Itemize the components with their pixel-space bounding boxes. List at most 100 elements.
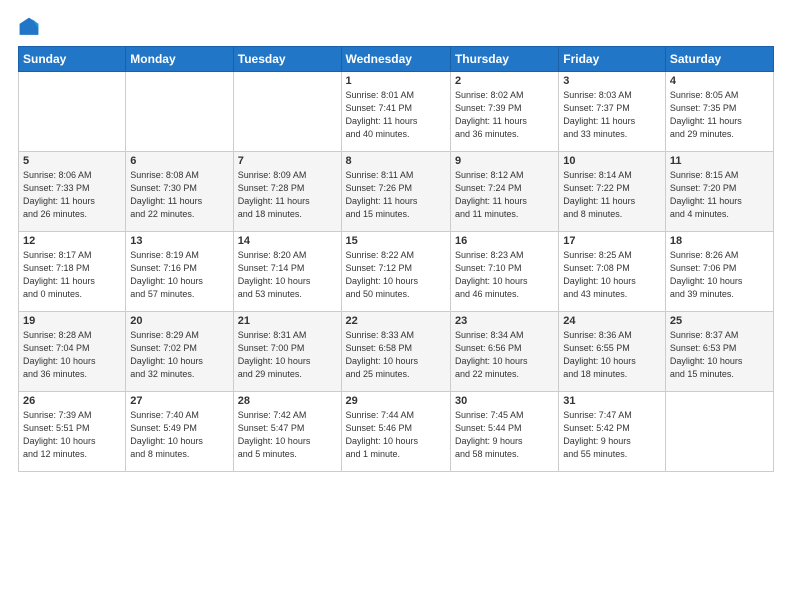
day-number: 10 (563, 155, 661, 167)
day-cell: 25 Sunrise: 8:37 AM Sunset: 6:53 PM Dayli… (665, 312, 773, 392)
day-number: 4 (670, 75, 769, 87)
day-info: Sunrise: 8:20 AM Sunset: 7:14 PM Dayligh… (238, 249, 337, 301)
day-info: Sunrise: 7:39 AM Sunset: 5:51 PM Dayligh… (23, 409, 121, 461)
day-cell: 27 Sunrise: 7:40 AM Sunset: 5:49 PM Dayli… (126, 392, 233, 472)
day-info: Sunrise: 7:44 AM Sunset: 5:46 PM Dayligh… (346, 409, 446, 461)
day-number: 23 (455, 315, 554, 327)
day-info: Sunrise: 8:08 AM Sunset: 7:30 PM Dayligh… (130, 169, 228, 221)
day-number: 30 (455, 395, 554, 407)
day-cell: 14 Sunrise: 8:20 AM Sunset: 7:14 PM Dayli… (233, 232, 341, 312)
day-cell (19, 72, 126, 152)
day-info: Sunrise: 8:12 AM Sunset: 7:24 PM Dayligh… (455, 169, 554, 221)
day-number: 29 (346, 395, 446, 407)
week-row-4: 26 Sunrise: 7:39 AM Sunset: 5:51 PM Dayli… (19, 392, 774, 472)
header (18, 16, 774, 38)
day-number: 6 (130, 155, 228, 167)
calendar-header-row: SundayMondayTuesdayWednesdayThursdayFrid… (19, 47, 774, 72)
day-cell: 19Sunrise: 8:28 AM Sunset: 7:04 PM Dayli… (19, 312, 126, 392)
day-number: 13 (130, 235, 228, 247)
logo-icon (18, 16, 40, 38)
day-number: 27 (130, 395, 228, 407)
day-info: Sunrise: 8:31 AM Sunset: 7:00 PM Dayligh… (238, 329, 337, 381)
col-header-friday: Friday (559, 47, 666, 72)
day-info: Sunrise: 8:37 AM Sunset: 6:53 PM Dayligh… (670, 329, 769, 381)
day-info: Sunrise: 8:34 AM Sunset: 6:56 PM Dayligh… (455, 329, 554, 381)
day-cell: 15 Sunrise: 8:22 AM Sunset: 7:12 PM Dayli… (341, 232, 450, 312)
day-number: 1 (346, 75, 446, 87)
col-header-saturday: Saturday (665, 47, 773, 72)
day-number: 14 (238, 235, 337, 247)
day-cell: 12 Sunrise: 8:17 AM Sunset: 7:18 PM Dayli… (19, 232, 126, 312)
day-cell: 4 Sunrise: 8:05 AM Sunset: 7:35 PM Daylig… (665, 72, 773, 152)
day-info: Sunrise: 8:03 AM Sunset: 7:37 PM Dayligh… (563, 89, 661, 141)
day-info: Sunrise: 8:09 AM Sunset: 7:28 PM Dayligh… (238, 169, 337, 221)
day-number: 12 (23, 235, 121, 247)
day-number: 25 (670, 315, 769, 327)
week-row-2: 12 Sunrise: 8:17 AM Sunset: 7:18 PM Dayli… (19, 232, 774, 312)
day-info: Sunrise: 8:14 AM Sunset: 7:22 PM Dayligh… (563, 169, 661, 221)
col-header-wednesday: Wednesday (341, 47, 450, 72)
day-number: 16 (455, 235, 554, 247)
day-cell: 30Sunrise: 7:45 AM Sunset: 5:44 PM Dayli… (450, 392, 558, 472)
day-cell: 7 Sunrise: 8:09 AM Sunset: 7:28 PM Daylig… (233, 152, 341, 232)
day-cell: 23 Sunrise: 8:34 AM Sunset: 6:56 PM Dayli… (450, 312, 558, 392)
day-number: 7 (238, 155, 337, 167)
day-number: 15 (346, 235, 446, 247)
day-number: 24 (563, 315, 661, 327)
day-cell: 5Sunrise: 8:06 AM Sunset: 7:33 PM Daylig… (19, 152, 126, 232)
day-number: 26 (23, 395, 121, 407)
day-info: Sunrise: 8:17 AM Sunset: 7:18 PM Dayligh… (23, 249, 121, 301)
day-number: 21 (238, 315, 337, 327)
day-number: 5 (23, 155, 121, 167)
day-cell: 2 Sunrise: 8:02 AM Sunset: 7:39 PM Daylig… (450, 72, 558, 152)
day-cell: 6 Sunrise: 8:08 AM Sunset: 7:30 PM Daylig… (126, 152, 233, 232)
day-info: Sunrise: 8:11 AM Sunset: 7:26 PM Dayligh… (346, 169, 446, 221)
day-cell: 26 Sunrise: 7:39 AM Sunset: 5:51 PM Dayli… (19, 392, 126, 472)
day-cell: 31Sunrise: 7:47 AM Sunset: 5:42 PM Dayli… (559, 392, 666, 472)
day-info: Sunrise: 8:25 AM Sunset: 7:08 PM Dayligh… (563, 249, 661, 301)
day-info: Sunrise: 7:42 AM Sunset: 5:47 PM Dayligh… (238, 409, 337, 461)
week-row-3: 19Sunrise: 8:28 AM Sunset: 7:04 PM Dayli… (19, 312, 774, 392)
day-cell (665, 392, 773, 472)
day-cell: 9 Sunrise: 8:12 AM Sunset: 7:24 PM Daylig… (450, 152, 558, 232)
day-info: Sunrise: 8:22 AM Sunset: 7:12 PM Dayligh… (346, 249, 446, 301)
day-number: 20 (130, 315, 228, 327)
col-header-monday: Monday (126, 47, 233, 72)
day-cell: 3 Sunrise: 8:03 AM Sunset: 7:37 PM Daylig… (559, 72, 666, 152)
day-info: Sunrise: 8:29 AM Sunset: 7:02 PM Dayligh… (130, 329, 228, 381)
day-cell: 10 Sunrise: 8:14 AM Sunset: 7:22 PM Dayli… (559, 152, 666, 232)
day-number: 19 (23, 315, 121, 327)
day-info: Sunrise: 8:26 AM Sunset: 7:06 PM Dayligh… (670, 249, 769, 301)
day-info: Sunrise: 8:02 AM Sunset: 7:39 PM Dayligh… (455, 89, 554, 141)
day-number: 17 (563, 235, 661, 247)
page: SundayMondayTuesdayWednesdayThursdayFrid… (0, 0, 792, 612)
day-info: Sunrise: 8:33 AM Sunset: 6:58 PM Dayligh… (346, 329, 446, 381)
col-header-sunday: Sunday (19, 47, 126, 72)
col-header-thursday: Thursday (450, 47, 558, 72)
day-cell: 8 Sunrise: 8:11 AM Sunset: 7:26 PM Daylig… (341, 152, 450, 232)
day-number: 2 (455, 75, 554, 87)
day-info: Sunrise: 7:40 AM Sunset: 5:49 PM Dayligh… (130, 409, 228, 461)
day-cell: 28 Sunrise: 7:42 AM Sunset: 5:47 PM Dayli… (233, 392, 341, 472)
day-number: 22 (346, 315, 446, 327)
day-cell (233, 72, 341, 152)
week-row-1: 5Sunrise: 8:06 AM Sunset: 7:33 PM Daylig… (19, 152, 774, 232)
day-info: Sunrise: 8:05 AM Sunset: 7:35 PM Dayligh… (670, 89, 769, 141)
day-info: Sunrise: 8:01 AM Sunset: 7:41 PM Dayligh… (346, 89, 446, 141)
day-number: 8 (346, 155, 446, 167)
day-info: Sunrise: 8:15 AM Sunset: 7:20 PM Dayligh… (670, 169, 769, 221)
day-cell: 11 Sunrise: 8:15 AM Sunset: 7:20 PM Dayli… (665, 152, 773, 232)
day-cell: 18 Sunrise: 8:26 AM Sunset: 7:06 PM Dayli… (665, 232, 773, 312)
day-number: 3 (563, 75, 661, 87)
day-cell: 1 Sunrise: 8:01 AM Sunset: 7:41 PM Daylig… (341, 72, 450, 152)
col-header-tuesday: Tuesday (233, 47, 341, 72)
day-number: 11 (670, 155, 769, 167)
day-info: Sunrise: 8:23 AM Sunset: 7:10 PM Dayligh… (455, 249, 554, 301)
day-number: 18 (670, 235, 769, 247)
week-row-0: 1 Sunrise: 8:01 AM Sunset: 7:41 PM Daylig… (19, 72, 774, 152)
day-number: 28 (238, 395, 337, 407)
calendar-table: SundayMondayTuesdayWednesdayThursdayFrid… (18, 46, 774, 472)
day-cell: 29 Sunrise: 7:44 AM Sunset: 5:46 PM Dayli… (341, 392, 450, 472)
day-number: 9 (455, 155, 554, 167)
day-info: Sunrise: 8:36 AM Sunset: 6:55 PM Dayligh… (563, 329, 661, 381)
